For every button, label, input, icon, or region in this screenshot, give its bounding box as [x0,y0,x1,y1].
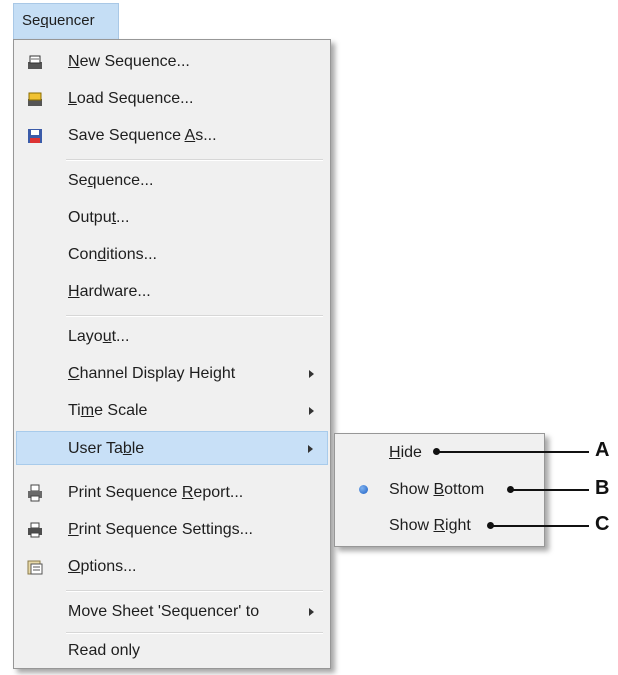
submenu-item-label: Hide [389,444,422,461]
menu-item-load-sequence[interactable]: Load Sequence... [16,82,328,116]
menu-item-label: Layout... [68,328,130,345]
menu-item-hardware[interactable]: Hardware... [16,275,328,309]
callout-letter-a: A [595,439,610,461]
menu-item-print-sequence-settings[interactable]: Print Sequence Settings... [16,513,328,547]
menu-separator [66,159,323,161]
menu-tab-sequencer[interactable]: Sequencer [13,3,119,40]
menu-separator [66,590,323,592]
submenu-item-label: Show Bottom [389,481,485,498]
menu-item-time-scale[interactable]: Time Scale [16,394,328,428]
menu-item-channel-display-height[interactable]: Channel Display Height [16,357,328,391]
menu-item-conditions[interactable]: Conditions... [16,238,328,272]
menu-item-label: Sequence... [68,172,154,189]
menu-item-save-sequence-as[interactable]: Save Sequence As... [16,119,328,153]
load-sequence-icon [28,92,42,106]
menu-item-label: New Sequence... [68,53,190,70]
radio-selected-icon [359,485,368,494]
menu-item-print-sequence-report[interactable]: Print Sequence Report... [16,476,328,510]
menu-item-move-sheet[interactable]: Move Sheet 'Sequencer' to [16,595,328,629]
menu-item-sequence[interactable]: Sequence... [16,164,328,198]
menu-item-label: Hardware... [68,283,151,300]
menu-item-label: Options... [68,558,137,575]
submenu-arrow-icon [309,370,314,378]
menu-item-label: Channel Display Height [68,365,236,382]
menu-item-new-sequence[interactable]: New Sequence... [16,45,328,79]
submenu-arrow-icon [308,445,313,453]
menu-item-label: Output... [68,209,130,226]
callout-letter-b: B [595,477,610,499]
new-sequence-icon [28,55,42,69]
print-report-icon [28,484,42,502]
menu-item-user-table[interactable]: User Table [16,431,328,465]
submenu-item-label: Show Right [389,517,471,534]
menu-item-options[interactable]: Options... [16,550,328,584]
submenu-arrow-icon [309,608,314,616]
sequencer-menu: New Sequence... Load Sequence... Save Se… [13,39,331,669]
menu-item-label: Load Sequence... [68,90,194,107]
menu-item-read-only[interactable]: Read only [16,634,328,668]
callout-line [510,489,589,491]
print-settings-icon [28,522,42,538]
menu-item-label: Move Sheet 'Sequencer' to [68,603,260,620]
menu-item-label: Save Sequence As... [68,127,217,144]
options-icon [27,560,43,575]
callout-line [490,525,589,527]
submenu-arrow-icon [309,407,314,415]
save-sequence-icon [28,129,42,143]
menu-tab-label: Sequencer [22,12,95,29]
menu-item-label: Conditions... [68,246,157,263]
menu-item-label: Read only [68,642,141,659]
menu-item-label: Time Scale [68,402,148,419]
menu-item-label: User Table [68,440,145,457]
menu-item-label: Print Sequence Settings... [68,521,253,538]
menu-item-output[interactable]: Output... [16,201,328,235]
menu-item-label: Print Sequence Report... [68,484,244,501]
menu-separator [66,315,323,317]
menu-item-layout[interactable]: Layout... [16,320,328,354]
callout-letter-c: C [595,513,610,535]
callout-line [436,451,589,453]
